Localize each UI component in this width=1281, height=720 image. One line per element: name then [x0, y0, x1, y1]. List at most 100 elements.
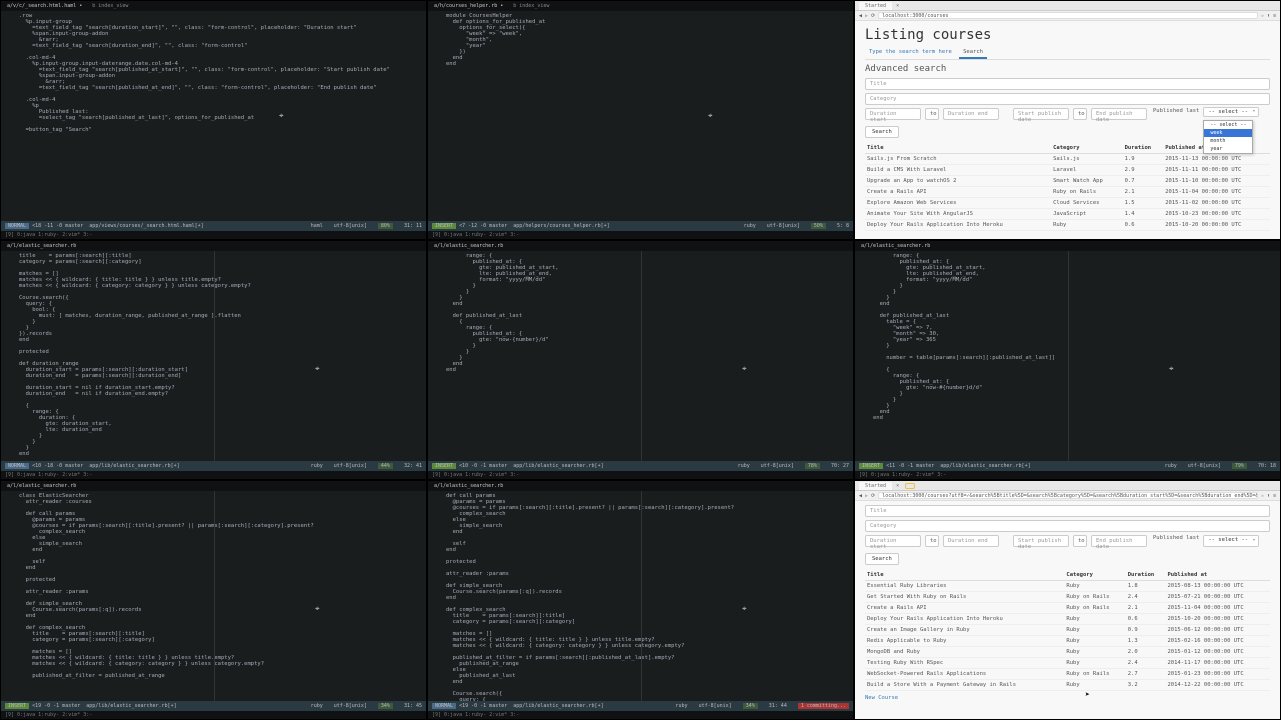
publish-start-field[interactable]: Start publish date	[1013, 108, 1069, 120]
back-icon[interactable]: ◀	[859, 493, 862, 499]
page-title: Listing courses	[865, 27, 1270, 43]
browser-tab-bar: Started ×	[855, 1, 1280, 11]
publish-start-field[interactable]: Start publish date	[1013, 535, 1069, 547]
publish-end-field[interactable]: End publish date	[1091, 535, 1147, 547]
mode-badge: INSERT	[5, 703, 29, 709]
duration-end-field[interactable]: Duration end	[943, 108, 999, 120]
dropdown-option[interactable]: -- select --	[1204, 121, 1252, 129]
mode-badge: NORMAL	[5, 223, 29, 229]
url-field[interactable]: localhost:3000/courses?utf8=✓&search%5Bt…	[878, 492, 1258, 499]
table-row[interactable]: Explore Amazon Web ServicesCloud Service…	[865, 198, 1270, 209]
editor-pane-6: a/l/elastic_searcher.rb range: { publish…	[854, 240, 1281, 480]
search-button[interactable]: Search	[865, 553, 899, 565]
title-field[interactable]: Title	[865, 78, 1270, 90]
download-icon[interactable]: ⬇	[1267, 493, 1270, 499]
menu-icon[interactable]: ≡	[1273, 13, 1276, 19]
duration-end-field[interactable]: Duration end	[943, 535, 999, 547]
dropdown-option[interactable]: month	[1204, 137, 1252, 145]
line-gutter	[428, 251, 442, 461]
tab-elastic-searcher[interactable]: a/l/elastic_searcher.rb	[7, 243, 76, 249]
mode-badge: NORMAL	[5, 463, 29, 469]
browser-tab[interactable]: Started	[859, 482, 892, 490]
table-row[interactable]: Build a CMS With LaravelLaravel2.92015-1…	[865, 165, 1270, 176]
browser-tab[interactable]: Started	[859, 2, 892, 10]
url-field[interactable]: localhost:3000/courses	[878, 12, 1258, 19]
editor-pane-5: a/l/elastic_searcher.rb range: { publish…	[427, 240, 854, 480]
reload-icon[interactable]: ⟳	[871, 13, 875, 19]
code-area[interactable]: class ElasticSearcher attr_reader :cours…	[15, 491, 426, 701]
line-gutter	[428, 11, 442, 221]
forward-icon[interactable]: ▶	[865, 13, 868, 19]
download-icon[interactable]: ⬇	[1267, 13, 1270, 19]
tab-search-haml[interactable]: a/v/c/_search.html.haml •	[7, 3, 82, 9]
tmux-status: [9] 0:java 1:ruby- 2:vim* 3:-	[1, 231, 426, 239]
reload-icon[interactable]: ⟳	[871, 493, 875, 499]
table-row[interactable]: Deploy Your Rails Application Into Herok…	[865, 614, 1270, 625]
editor-pane-4: a/l/elastic_searcher.rb title = params[:…	[0, 240, 427, 480]
bookmark-icon[interactable]: ☆	[1261, 493, 1264, 499]
duration-start-field[interactable]: Duration start	[865, 535, 921, 547]
tab-elastic-searcher[interactable]: a/l/elastic_searcher.rb	[861, 243, 930, 249]
tab-bar: a/h/courses_helper.rb • b index_view	[428, 1, 853, 11]
published-last-select[interactable]: -- select --	[1203, 535, 1259, 547]
table-row[interactable]: Redis Applicable to RubyRuby1.32015-02-1…	[865, 636, 1270, 647]
code-area[interactable]: range: { published_at: { gte: published_…	[442, 251, 853, 461]
published-last-select[interactable]: -- select --	[1203, 107, 1259, 117]
tab-elastic-searcher[interactable]: a/l/elastic_searcher.rb	[434, 243, 503, 249]
duration-to: to	[925, 108, 939, 120]
table-row[interactable]: Animate Your Site With AngularJSJavaScri…	[865, 209, 1270, 220]
code-area[interactable]: title = params[:search][:title] category…	[15, 251, 426, 461]
line-gutter	[428, 491, 442, 701]
publish-end-field[interactable]: End publish date	[1091, 108, 1147, 120]
courses-table: Title Category Duration Published at Ess…	[865, 570, 1270, 691]
table-row[interactable]: WebSocket-Powered Rails ApplicationsRuby…	[865, 669, 1270, 680]
code-area-right[interactable]: module CoursesHelper def options_for_pub…	[442, 11, 853, 221]
tab-index-view[interactable]: b index_view	[513, 3, 549, 9]
line-gutter	[855, 251, 869, 461]
forward-icon[interactable]: ▶	[865, 493, 868, 499]
close-tab-icon[interactable]: ×	[896, 483, 899, 489]
code-area-left[interactable]: .row %p.input-group =text_field_tag "sea…	[15, 11, 426, 221]
duration-start-field[interactable]: Duration start	[865, 108, 921, 120]
tmux-status: [9] 0:java 1:ruby- 2:vim* 3:-	[428, 711, 853, 719]
table-row[interactable]: Create an Image Gallery in RubyRuby0.920…	[865, 625, 1270, 636]
col-title: Title	[865, 143, 1051, 154]
category-field[interactable]: Category	[865, 93, 1270, 105]
search-tab[interactable]: Search	[959, 47, 987, 59]
tmux-status: [9] 0:java 1:ruby- 2:vim* 3:-	[428, 231, 853, 239]
table-row[interactable]: Get Started With Ruby on RailsRuby on Ra…	[865, 592, 1270, 603]
bookmark-icon[interactable]: ☆	[1261, 13, 1264, 19]
status-bar: NORMAL <10 -18 -0 master app/lib/elastic…	[1, 461, 426, 471]
table-row[interactable]: Upgrade an App to watchOS 2Smart Watch A…	[865, 176, 1270, 187]
publish-to: to	[1073, 535, 1087, 547]
menu-icon[interactable]: ≡	[1273, 493, 1276, 499]
warning-icon	[905, 483, 915, 489]
dropdown-option[interactable]: week	[1204, 129, 1252, 137]
new-course-link[interactable]: New Course	[865, 695, 898, 701]
tab-index-view[interactable]: b index_view	[92, 3, 128, 9]
category-field[interactable]: Category	[865, 520, 1270, 532]
tab-courses-helper[interactable]: a/h/courses_helper.rb •	[434, 3, 503, 9]
tab-elastic-searcher[interactable]: a/l/elastic_searcher.rb	[7, 483, 76, 489]
duration-to: to	[925, 535, 939, 547]
close-tab-icon[interactable]: ×	[896, 3, 899, 9]
table-row[interactable]: Create a Rails APIRuby on Rails2.12015-1…	[865, 603, 1270, 614]
code-area[interactable]: range: { published_at: { gte: published_…	[869, 251, 1280, 461]
table-row[interactable]: MongoDB and RubyRuby2.02015-01-12 00:00:…	[865, 647, 1270, 658]
mode-badge: INSERT	[432, 223, 456, 229]
dropdown-option[interactable]: year	[1204, 145, 1252, 153]
code-area[interactable]: def call params @params = params @course…	[442, 491, 853, 701]
editor-pane-7: a/l/elastic_searcher.rb class ElasticSea…	[0, 480, 427, 720]
table-row[interactable]: Sails.js From ScratchSails.js1.92015-11-…	[865, 154, 1270, 165]
table-row[interactable]: Build a Store With a Payment Gateway in …	[865, 680, 1270, 691]
table-row[interactable]: Deploy Your Rails Application Into Herok…	[865, 220, 1270, 231]
tab-elastic-searcher[interactable]: a/l/elastic_searcher.rb	[434, 483, 503, 489]
browser-pane-1: Started × ◀ ▶ ⟳ localhost:3000/courses ☆…	[854, 0, 1281, 240]
title-field[interactable]: Title	[865, 505, 1270, 517]
search-button[interactable]: Search	[865, 126, 899, 138]
published-last-dropdown[interactable]: -- select -- week month year	[1203, 120, 1253, 154]
table-row[interactable]: Essential Ruby LibrariesRuby1.82015-08-1…	[865, 581, 1270, 592]
back-icon[interactable]: ◀	[859, 13, 862, 19]
table-row[interactable]: Create a Rails APIRuby on Rails2.12015-1…	[865, 187, 1270, 198]
table-row[interactable]: Testing Ruby With RSpecRuby2.42014-11-17…	[865, 658, 1270, 669]
